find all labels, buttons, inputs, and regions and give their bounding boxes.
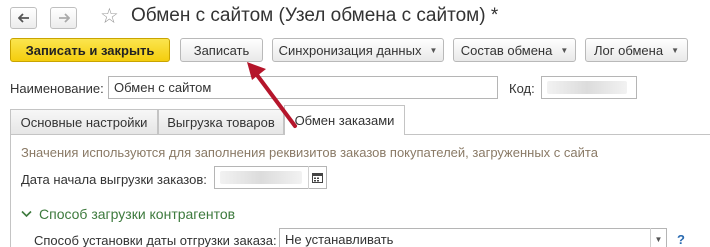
annotation-arrow (247, 62, 297, 128)
